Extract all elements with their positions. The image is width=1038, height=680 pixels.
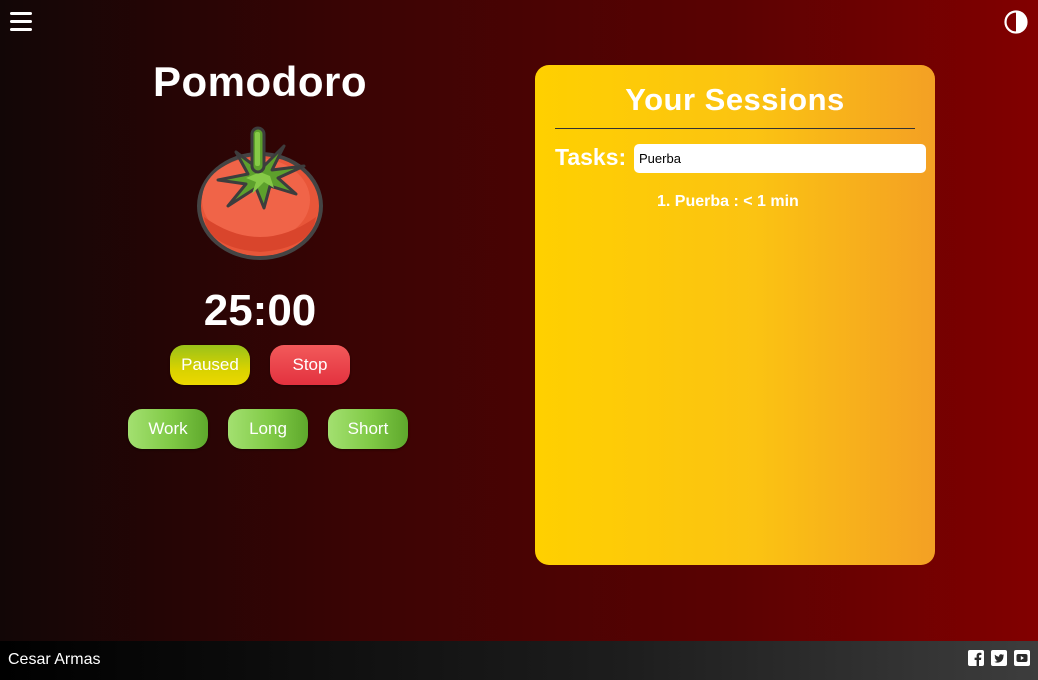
sessions-divider — [555, 128, 915, 129]
author-name: Cesar Armas — [8, 651, 101, 668]
contrast-toggle-icon[interactable] — [1004, 10, 1028, 34]
facebook-icon[interactable] — [968, 650, 984, 666]
work-mode-button[interactable]: Work — [128, 409, 208, 449]
tasks-label: Tasks: — [555, 144, 627, 170]
pause-button[interactable]: Paused — [170, 345, 250, 385]
session-item: 1. Puerba : < 1 min — [657, 193, 799, 210]
long-break-button[interactable]: Long — [228, 409, 308, 449]
short-break-button[interactable]: Short — [328, 409, 408, 449]
tomato-icon — [197, 126, 323, 260]
session-list: 1. Puerba : < 1 min — [657, 193, 799, 211]
stop-button[interactable]: Stop — [270, 345, 350, 385]
footer: Cesar Armas — [0, 641, 1038, 680]
youtube-icon[interactable] — [1014, 650, 1030, 666]
sessions-title: Your Sessions — [625, 82, 845, 117]
task-input[interactable] — [634, 144, 926, 173]
sessions-panel: Your Sessions Tasks: 1. Puerba : < 1 min — [535, 65, 935, 565]
timer-display: 25:00 — [203, 286, 317, 335]
timer-section: Pomodoro 25:00 Paused Stop Work Long Sho… — [0, 0, 520, 640]
app-title: Pomodoro — [153, 58, 367, 105]
twitter-icon[interactable] — [991, 650, 1007, 666]
